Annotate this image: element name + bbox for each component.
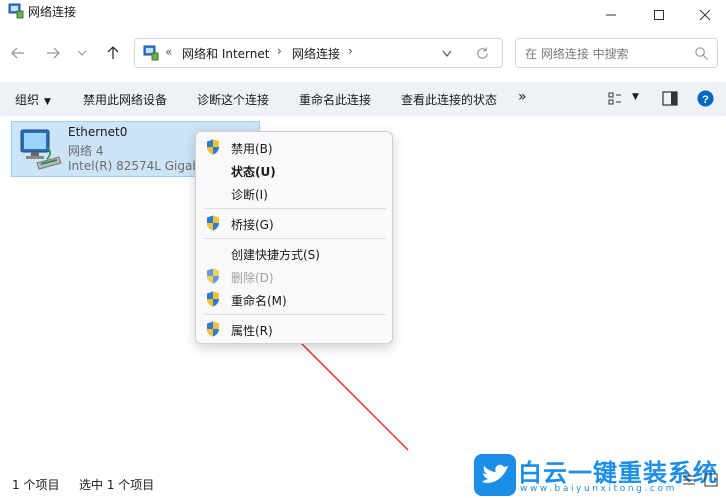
- menu-item-label: 桥接(G): [231, 218, 274, 232]
- menu-separator: [204, 238, 386, 239]
- uac-shield-icon: [207, 291, 219, 307]
- menu-item-status[interactable]: 状态(U): [196, 159, 392, 181]
- menu-item-rename[interactable]: 重命名(M): [196, 288, 392, 310]
- menu-separator: [204, 208, 386, 209]
- large-icons-view-icon[interactable]: [704, 473, 718, 487]
- menu-item-create-shortcut[interactable]: 创建快捷方式(S): [196, 242, 392, 264]
- menu-item-label: 状态(U): [231, 165, 276, 179]
- watermark-url: www.baiyunxitong.com: [520, 484, 677, 494]
- menu-item-diagnose[interactable]: 诊断(I): [196, 182, 392, 204]
- menu-item-label: 删除(D): [231, 271, 274, 285]
- uac-shield-icon: [207, 215, 219, 231]
- uac-shield-icon: [207, 268, 219, 284]
- uac-shield-icon: [207, 139, 219, 155]
- item-count: 1 个项目: [12, 478, 60, 492]
- details-view-icon[interactable]: [682, 474, 696, 486]
- menu-item-delete: 删除(D): [196, 265, 392, 287]
- menu-item-label: 创建快捷方式(S): [231, 248, 320, 262]
- menu-item-bridge[interactable]: 桥接(G): [196, 212, 392, 234]
- menu-item-disable[interactable]: 禁用(B): [196, 136, 392, 158]
- menu-item-label: 属性(R): [231, 324, 273, 338]
- bird-logo-icon: [474, 454, 516, 496]
- menu-item-label: 诊断(I): [231, 188, 268, 202]
- uac-shield-icon: [207, 321, 219, 337]
- menu-separator: [204, 314, 386, 315]
- menu-item-properties[interactable]: 属性(R): [196, 318, 392, 340]
- menu-item-label: 重命名(M): [231, 294, 287, 308]
- menu-item-label: 禁用(B): [231, 142, 273, 156]
- selected-count: 选中 1 个项目: [79, 478, 155, 492]
- context-menu: 禁用(B) 状态(U) 诊断(I) 桥接(G) 创建快捷方式(S) 删除(D) …: [195, 131, 393, 344]
- watermark: 白云一键重装系统 www.baiyunxitong.com: [466, 452, 726, 498]
